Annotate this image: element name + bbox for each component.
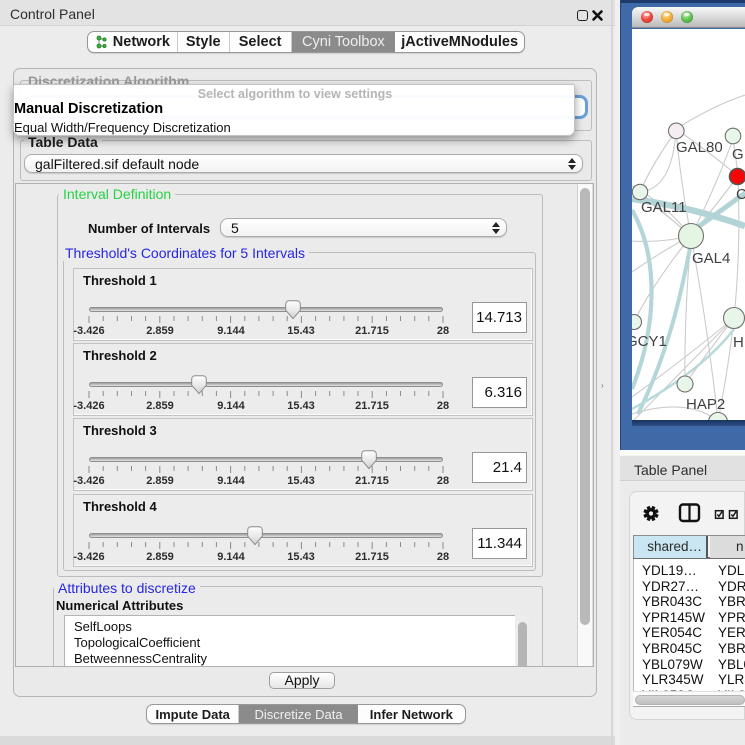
svg-text:HAP2: HAP2 <box>686 396 725 413</box>
svg-text:GCY1: GCY1 <box>632 333 667 350</box>
svg-text:G.: G. <box>732 146 745 163</box>
svg-text:GAL80: GAL80 <box>676 139 723 156</box>
svg-text:GAL11: GAL11 <box>641 199 687 216</box>
svg-text:H: H <box>733 334 744 351</box>
svg-text:GAL4: GAL4 <box>692 250 730 267</box>
svg-text:C: C <box>736 186 745 203</box>
